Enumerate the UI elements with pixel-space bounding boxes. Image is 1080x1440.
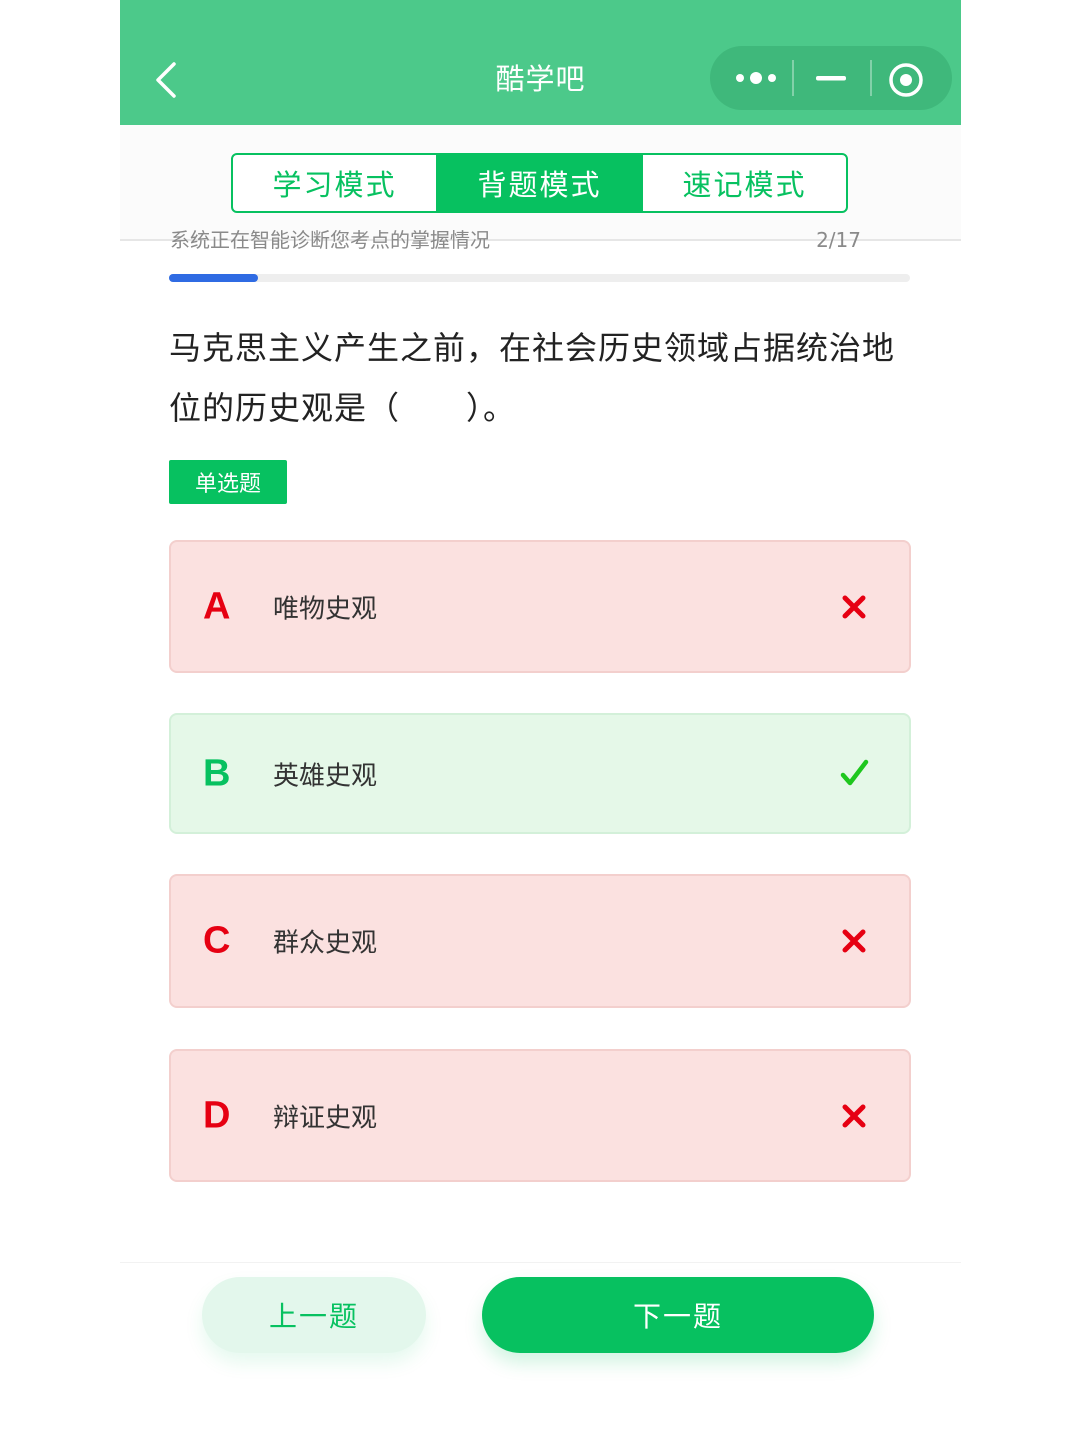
minimize-icon[interactable]: [814, 68, 848, 88]
progress-count: 2/17: [816, 228, 861, 252]
check-icon: [840, 759, 869, 785]
bottom-divider: [120, 1262, 961, 1263]
option-b[interactable]: B 英雄史观: [169, 713, 911, 834]
close-target-icon[interactable]: [888, 62, 924, 98]
tab-recite-mode[interactable]: 背题模式: [438, 155, 643, 211]
app-screen: 酷学吧 学习模式 背题模式 速记模式 系统正在智能诊断您考点的掌握情况 2/17…: [120, 0, 961, 1440]
option-letter: A: [203, 585, 231, 627]
question-text: 马克思主义产生之前，在社会历史领域占据统治地位的历史观是（ ）。: [169, 329, 896, 427]
progress-status-text: 系统正在智能诊断您考点的掌握情况: [170, 228, 490, 252]
mode-tabs: 学习模式 背题模式 速记模式: [231, 153, 848, 213]
tab-study-mode[interactable]: 学习模式: [233, 155, 438, 211]
option-a[interactable]: A 唯物史观: [169, 540, 911, 673]
option-letter: D: [203, 1094, 231, 1136]
mode-bar: 学习模式 背题模式 速记模式: [120, 125, 961, 241]
more-icon[interactable]: [734, 66, 778, 90]
capsule-divider: [792, 60, 794, 96]
prev-question-button[interactable]: 上一题: [202, 1277, 426, 1353]
progress-bar-fill: [169, 274, 258, 282]
capsule-divider: [870, 60, 872, 96]
option-text: 群众史观: [273, 928, 378, 959]
question-type-badge: 单选题: [169, 460, 287, 504]
option-text: 英雄史观: [273, 761, 378, 791]
progress-bar: [169, 274, 910, 282]
next-question-button[interactable]: 下一题: [482, 1277, 874, 1353]
cross-icon: [842, 595, 866, 618]
option-text: 辩证史观: [273, 1103, 378, 1133]
mini-program-capsule: [710, 46, 952, 110]
nav-header: 酷学吧: [120, 0, 961, 125]
option-c[interactable]: C 群众史观: [169, 874, 911, 1008]
cross-icon: [842, 1104, 866, 1127]
option-letter: B: [203, 752, 231, 794]
option-text: 唯物史观: [273, 594, 378, 624]
option-d[interactable]: D 辩证史观: [169, 1049, 911, 1182]
option-letter: C: [203, 919, 231, 962]
tab-memorize-mode[interactable]: 速记模式: [643, 155, 846, 211]
cross-icon: [842, 929, 866, 953]
